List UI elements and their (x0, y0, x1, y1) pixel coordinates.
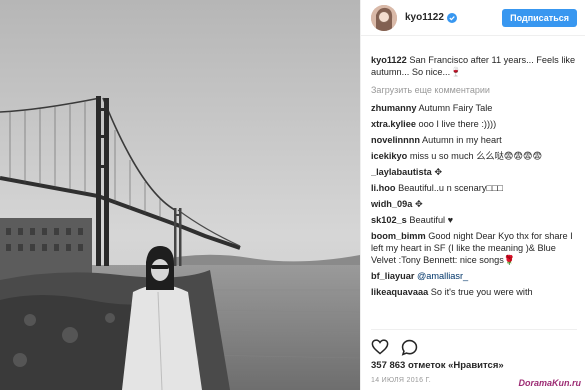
comment-item: icekikyo miss u so much 么么哒😨😨😨😨 (371, 150, 577, 162)
likes-count[interactable]: 357 863 отметок «Нравится» (371, 360, 504, 371)
comment-username[interactable]: xtra.kyliee (371, 119, 416, 129)
comment-item: li.hoo Beautiful..u n scenary□□□ (371, 182, 577, 194)
comment-text: Beautiful ♥ (409, 215, 454, 225)
comment-item: xtra.kyliee ooo I live there :)))) (371, 118, 577, 130)
comment-text: Autumn in my heart (422, 135, 502, 145)
post-header: kyo1122 Подписаться (361, 0, 585, 36)
comment-username[interactable]: bf_liayuar (371, 271, 414, 281)
comments-list: kyo1122 San Francisco after 11 years... … (371, 54, 577, 326)
comment-username[interactable]: icekikyo (371, 151, 407, 161)
comment-item: _laylabautista ✥ (371, 166, 577, 178)
watermark-logo: DoramaKun.ru (518, 378, 581, 388)
comment-item: boom_bimm Good night Dear Kyo thx for sh… (371, 230, 577, 266)
avatar[interactable] (371, 4, 397, 31)
comment-username[interactable]: boom_bimm (371, 231, 426, 241)
comment-item: sk102_s Beautiful ♥ (371, 214, 577, 226)
comment-text: Autumn Fairy Tale (418, 103, 493, 113)
post-side-panel: kyo1122 Подписаться kyo1122 San Francisc… (360, 0, 585, 390)
comment-username[interactable]: sk102_s (371, 215, 407, 225)
post-caption: kyo1122 San Francisco after 11 years... … (371, 54, 577, 78)
comment-item: novelinnnn Autumn in my heart (371, 134, 577, 146)
comment-item: widh_09a ✥ (371, 198, 577, 210)
heart-icon[interactable] (371, 339, 389, 355)
comment-item: zhumanny Autumn Fairy Tale (371, 102, 577, 114)
header-username[interactable]: kyo1122 (405, 12, 444, 23)
avatar-image-icon (371, 4, 397, 31)
post-date: 14 ИЮЛЯ 2016 Г. (371, 377, 432, 384)
follow-button[interactable]: Подписаться (502, 8, 577, 27)
caption-username[interactable]: kyo1122 (371, 55, 407, 65)
post-photo (0, 0, 360, 390)
comment-username[interactable]: li.hoo (371, 183, 396, 193)
comment-text: ooo I live there :)))) (418, 119, 497, 129)
comment-text: So it's true you were with (430, 287, 533, 297)
comment-username[interactable]: novelinnnn (371, 135, 420, 145)
comment-username[interactable]: zhumanny (371, 103, 416, 113)
comment-username[interactable]: widh_09a (371, 199, 412, 209)
comment-text: ✥ (434, 167, 443, 177)
comment-item: bf_liayuar @amalliasr_ (371, 270, 577, 282)
comment-text: miss u so much 么么哒😨😨😨😨 (409, 151, 543, 161)
verified-badge-icon (446, 12, 457, 23)
comment-item: likeaquavaaa So it's true you were with (371, 286, 577, 298)
comment-username[interactable]: _laylabautista (371, 167, 432, 177)
golden-gate-photo (0, 0, 360, 390)
comment-mention-link[interactable]: @amalliasr_ (417, 271, 468, 281)
post-actions (371, 329, 577, 357)
comment-text: ✥ (414, 199, 423, 209)
load-more-comments-link[interactable]: Загрузить еще комментарии (371, 85, 577, 95)
comment-text: Beautiful..u n scenary□□□ (398, 183, 504, 193)
comment-username[interactable]: likeaquavaaa (371, 287, 428, 297)
comment-bubble-icon[interactable] (401, 339, 418, 356)
